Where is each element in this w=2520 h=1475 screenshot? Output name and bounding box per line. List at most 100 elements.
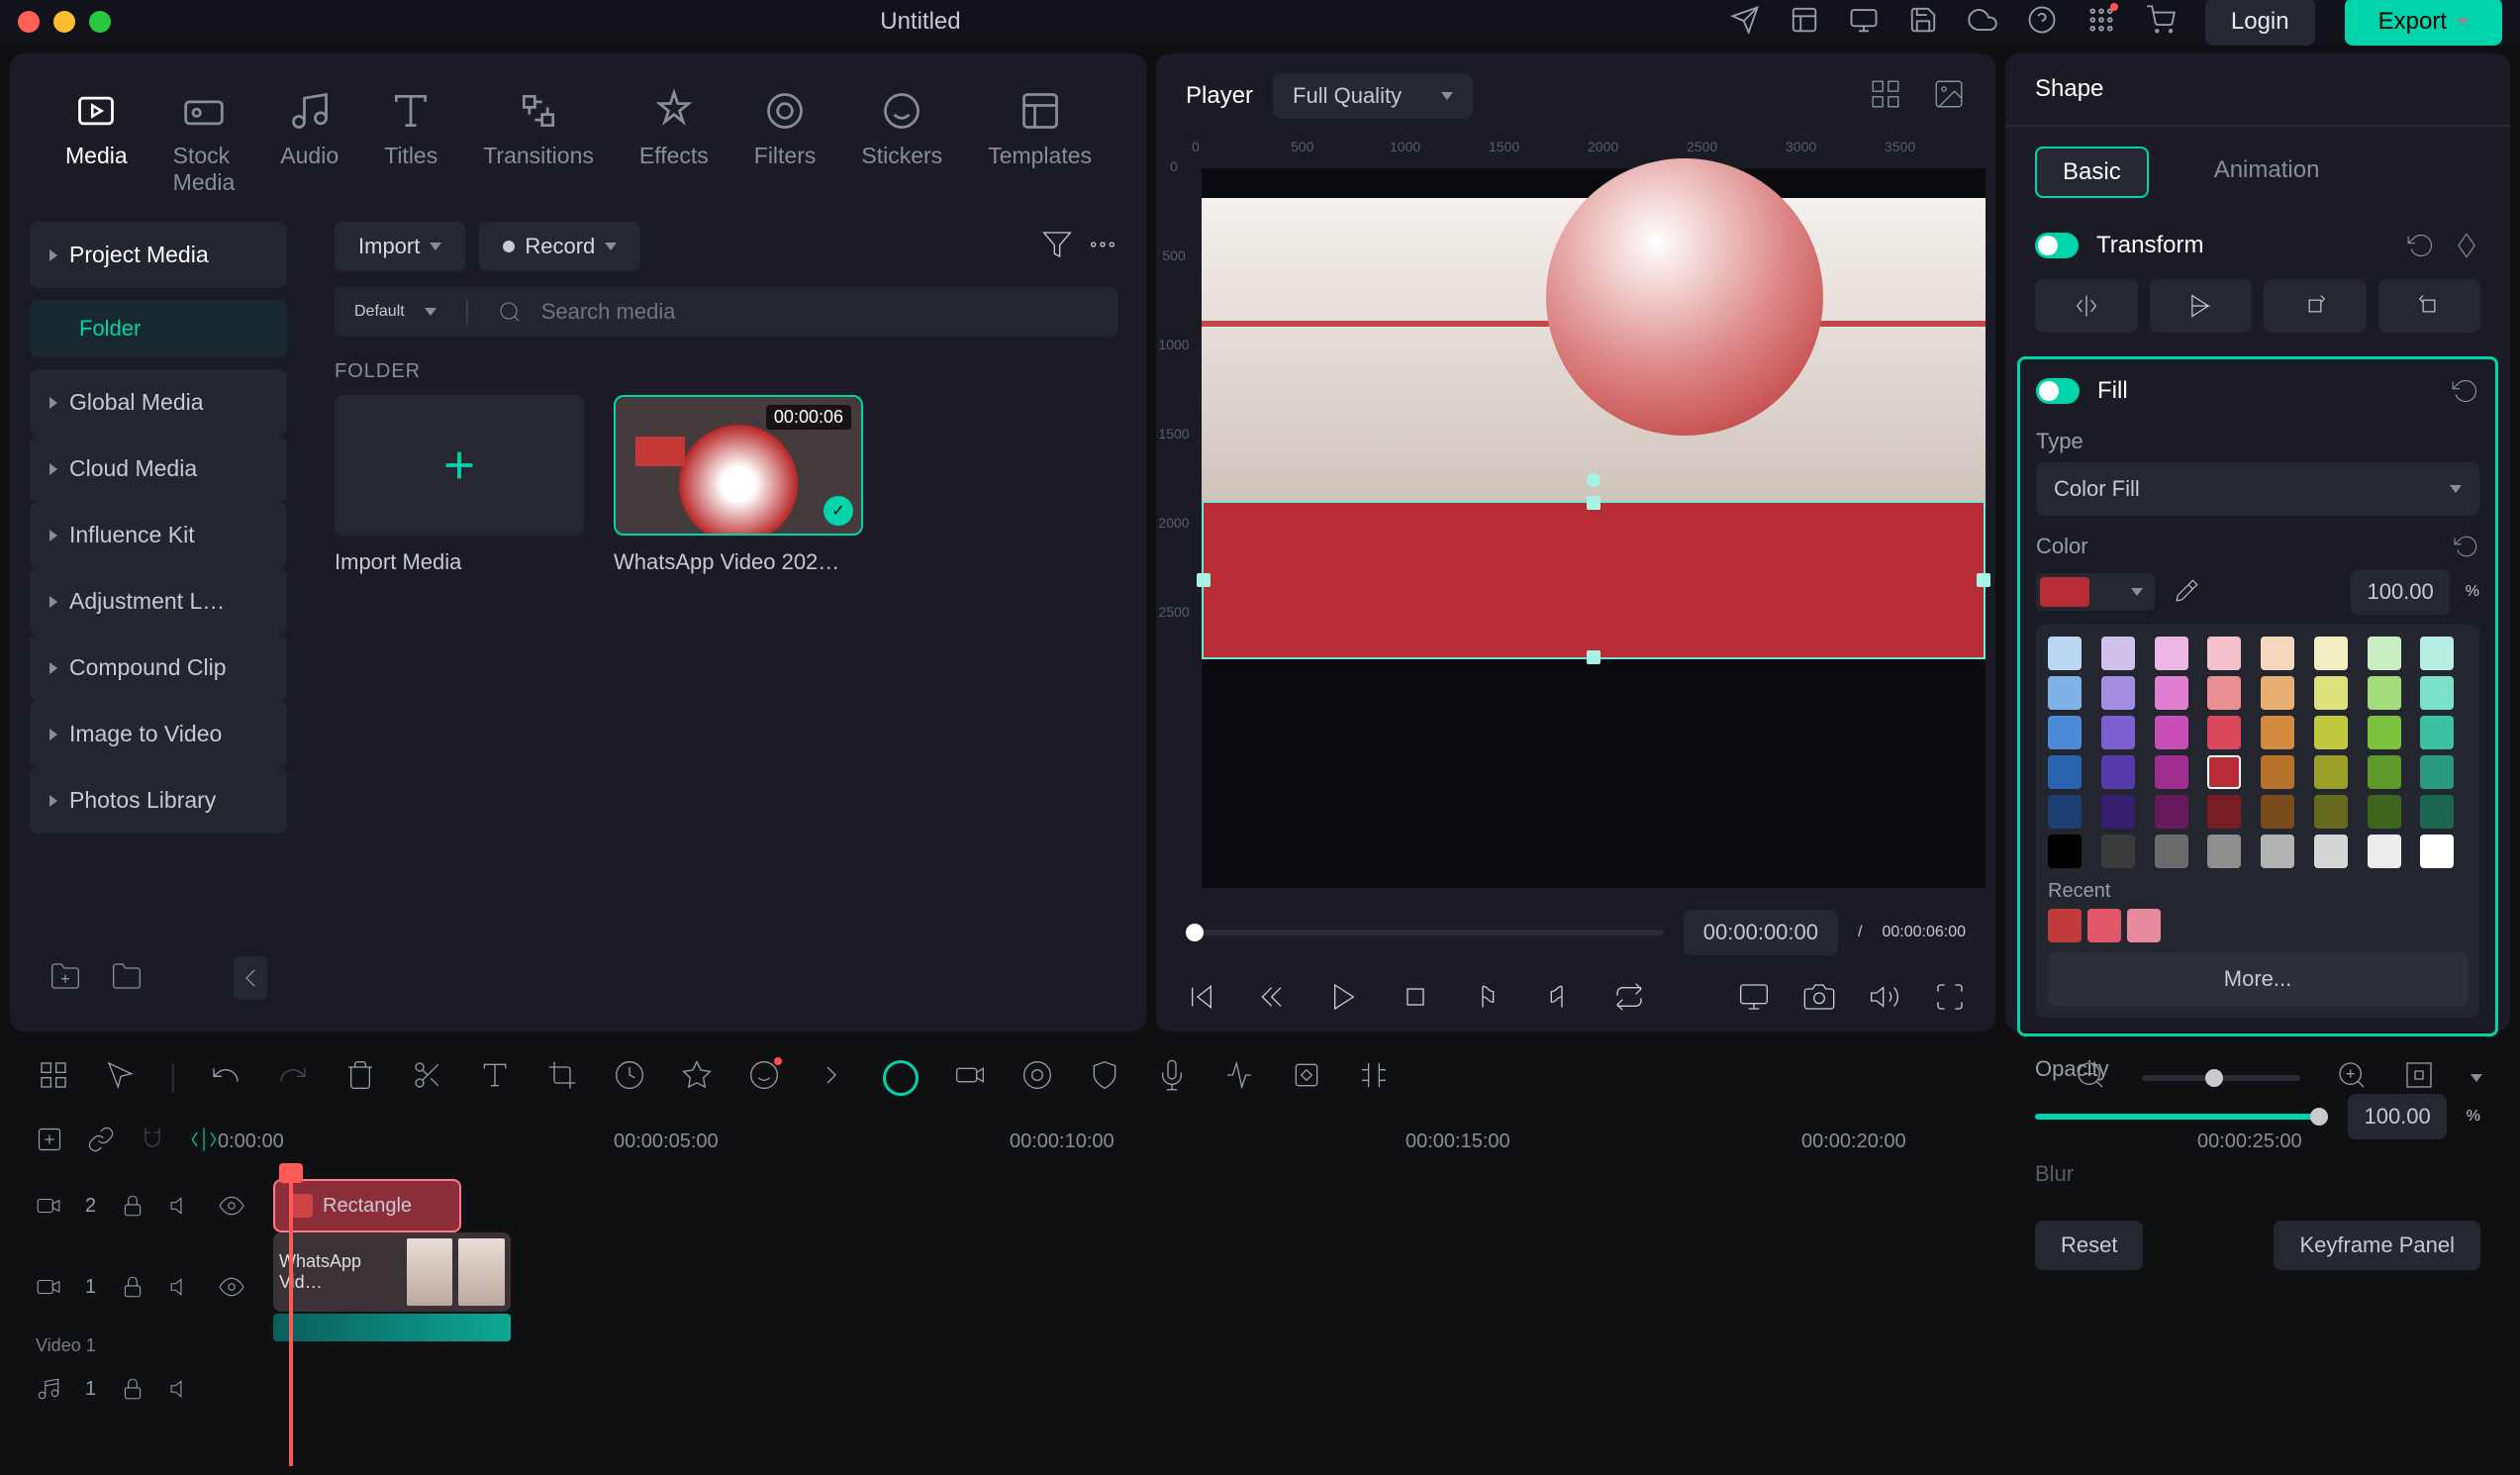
snap-icon[interactable] — [190, 1126, 218, 1158]
help-icon[interactable] — [2027, 5, 2057, 40]
palette-color[interactable] — [2314, 795, 2348, 829]
mute-icon[interactable] — [169, 1274, 195, 1300]
more-colors-button[interactable]: More... — [2048, 952, 2468, 1006]
visibility-icon[interactable] — [219, 1274, 244, 1300]
reset-icon[interactable] — [2452, 377, 2479, 405]
sidebar-item[interactable]: Adjustment L… — [30, 568, 287, 635]
subtab-basic[interactable]: Basic — [2035, 147, 2149, 198]
palette-color[interactable] — [2155, 716, 2188, 749]
palette-color[interactable] — [2420, 835, 2454, 868]
palette-color[interactable] — [2420, 676, 2454, 710]
fill-type-dropdown[interactable]: Color Fill — [2036, 462, 2479, 516]
mark-in-icon[interactable] — [1471, 981, 1502, 1018]
media-tab-audio[interactable]: Audio — [280, 89, 339, 196]
cart-icon[interactable] — [2146, 5, 2176, 40]
quality-dropdown[interactable]: Full Quality — [1273, 73, 1473, 119]
media-clip-thumbnail[interactable]: 00:00:06 ✓ — [614, 395, 863, 536]
desktop-icon[interactable] — [1849, 5, 1879, 40]
folder-icon[interactable] — [111, 960, 143, 997]
palette-color[interactable] — [2207, 716, 2241, 749]
text-icon[interactable] — [479, 1059, 511, 1096]
window-close[interactable] — [18, 11, 40, 33]
sort-default[interactable]: Default — [354, 303, 405, 321]
shield-icon[interactable] — [1089, 1059, 1120, 1096]
sidebar-folder[interactable]: Folder — [30, 300, 287, 357]
delete-icon[interactable] — [344, 1059, 376, 1096]
range-icon[interactable] — [1358, 1059, 1390, 1096]
media-tab-media[interactable]: Media — [65, 89, 128, 196]
timeline-ruler[interactable]: 0:00:0000:00:05:0000:00:10:0000:00:15:00… — [218, 1114, 2520, 1169]
grid-icon[interactable] — [38, 1059, 69, 1096]
media-tab-templates[interactable]: Templates — [988, 89, 1092, 196]
ai-icon[interactable] — [748, 1059, 780, 1096]
fullscreen-icon[interactable] — [1934, 981, 1966, 1018]
export-button[interactable]: Export — [2345, 0, 2502, 46]
monitor-icon[interactable] — [1738, 981, 1770, 1018]
marker-icon[interactable] — [1021, 1059, 1053, 1096]
pct-value[interactable]: 100.00 — [2351, 569, 2449, 615]
sidebar-item[interactable]: Cloud Media — [30, 436, 287, 502]
fill-toggle[interactable] — [2036, 378, 2080, 404]
image-view-icon[interactable] — [1932, 77, 1966, 116]
layout-icon[interactable] — [1790, 5, 1819, 40]
palette-color[interactable] — [2368, 795, 2401, 829]
login-button[interactable]: Login — [2205, 0, 2315, 46]
palette-color[interactable] — [2261, 716, 2294, 749]
palette-color[interactable] — [2155, 835, 2188, 868]
palette-color[interactable] — [2368, 755, 2401, 789]
palette-color[interactable] — [2048, 795, 2082, 829]
step-back-icon[interactable] — [1257, 981, 1289, 1018]
loop-icon[interactable] — [1613, 981, 1645, 1018]
palette-color[interactable] — [2420, 795, 2454, 829]
palette-color[interactable] — [2048, 637, 2082, 670]
palette-color[interactable] — [2207, 835, 2241, 868]
recent-color[interactable] — [2048, 909, 2082, 942]
palette-color[interactable] — [2101, 676, 2135, 710]
palette-color[interactable] — [2207, 755, 2241, 789]
lock-icon[interactable] — [120, 1376, 145, 1402]
palette-color[interactable] — [2207, 637, 2241, 670]
apps-icon[interactable] — [2086, 5, 2116, 40]
media-tab-titles[interactable]: Titles — [384, 89, 437, 196]
eyedropper-icon[interactable] — [2175, 577, 2200, 608]
palette-color[interactable] — [2261, 676, 2294, 710]
preview-canvas[interactable] — [1202, 168, 1986, 888]
playhead[interactable] — [289, 1169, 293, 1466]
add-track-icon[interactable] — [36, 1126, 63, 1158]
link-icon[interactable] — [87, 1126, 115, 1158]
palette-color[interactable] — [2261, 637, 2294, 670]
flip-vertical[interactable] — [2150, 279, 2253, 333]
palette-color[interactable] — [2314, 676, 2348, 710]
palette-color[interactable] — [2101, 716, 2135, 749]
palette-color[interactable] — [2048, 676, 2082, 710]
lock-icon[interactable] — [120, 1274, 145, 1300]
mic-icon[interactable] — [1156, 1059, 1188, 1096]
cloud-icon[interactable] — [1968, 5, 1997, 40]
keyframe-icon[interactable] — [2453, 232, 2480, 259]
filter-icon[interactable] — [1041, 229, 1073, 265]
more-icon[interactable] — [1087, 229, 1118, 265]
palette-color[interactable] — [2368, 637, 2401, 670]
sidebar-item[interactable]: Compound Clip — [30, 635, 287, 701]
palette-color[interactable] — [2048, 755, 2082, 789]
volume-icon[interactable] — [1869, 981, 1900, 1018]
palette-color[interactable] — [2420, 716, 2454, 749]
palette-color[interactable] — [2155, 637, 2188, 670]
palette-color[interactable] — [2261, 795, 2294, 829]
zoom-slider[interactable] — [2142, 1075, 2300, 1081]
audio-edit-icon[interactable] — [1223, 1059, 1255, 1096]
media-tab-stock-media[interactable]: Stock Media — [173, 89, 236, 196]
palette-color[interactable] — [2314, 755, 2348, 789]
import-media-tile[interactable] — [335, 395, 584, 536]
save-icon[interactable] — [1908, 5, 1938, 40]
sidebar-item[interactable]: Influence Kit — [30, 502, 287, 568]
clip-audio-waveform[interactable] — [273, 1314, 511, 1341]
prev-frame-icon[interactable] — [1186, 981, 1217, 1018]
playback-scrubber[interactable] — [1186, 930, 1664, 935]
palette-color[interactable] — [2101, 755, 2135, 789]
mute-icon[interactable] — [169, 1193, 195, 1219]
play-icon[interactable] — [1328, 981, 1360, 1018]
palette-color[interactable] — [2368, 676, 2401, 710]
more-tools-icon[interactable] — [816, 1059, 847, 1096]
grid-view-icon[interactable] — [1869, 77, 1902, 116]
